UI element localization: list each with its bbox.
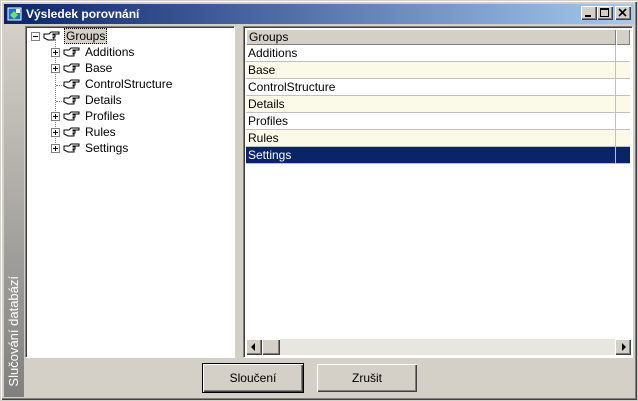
grid-cell: Settings xyxy=(246,147,616,163)
minimize-icon xyxy=(585,15,591,17)
compare-app-icon xyxy=(7,7,22,21)
expand-toggle[interactable] xyxy=(51,48,60,57)
tree-node-label: Rules xyxy=(85,125,116,139)
merge-button[interactable]: Sloučení xyxy=(202,363,304,393)
compare-result-window: Výsledek porovnání Slučování databází Gr… xyxy=(0,0,638,401)
tree-node-additions[interactable]: Additions xyxy=(26,44,226,60)
tree-node-label: Settings xyxy=(85,141,129,155)
tree-node-details[interactable]: Details xyxy=(26,92,226,108)
scrollbar-thumb[interactable] xyxy=(262,339,280,355)
table-row-selected[interactable]: Settings xyxy=(246,147,630,164)
pointing-hand-icon xyxy=(43,31,60,41)
minimize-button[interactable] xyxy=(581,6,597,20)
pointing-hand-icon xyxy=(63,143,80,153)
tree-node-rules[interactable]: Rules xyxy=(26,124,226,140)
table-row[interactable]: ControlStructure xyxy=(246,79,630,96)
tree-node-controlstructure[interactable]: ControlStructure xyxy=(26,76,226,92)
collapse-toggle[interactable] xyxy=(31,32,40,41)
table-row[interactable]: Rules xyxy=(246,130,630,147)
arrow-right-icon xyxy=(622,343,626,351)
tree-node-label: Groups xyxy=(64,28,108,44)
grid-cell: Additions xyxy=(246,45,616,61)
cancel-button[interactable]: Zrušit xyxy=(317,364,417,392)
groups-grid[interactable]: Groups Additions Base ControlStructure D… xyxy=(243,26,633,358)
table-row[interactable]: Details xyxy=(246,96,630,113)
pointing-hand-icon xyxy=(63,63,80,73)
pointing-hand-icon xyxy=(63,127,80,137)
expand-toggle[interactable] xyxy=(51,144,60,153)
grid-header-label: Groups xyxy=(249,30,289,44)
scroll-left-button[interactable] xyxy=(246,339,262,355)
expand-toggle[interactable] xyxy=(51,112,60,121)
side-caption: Slučování databází xyxy=(6,276,21,387)
grid-column-header[interactable]: Groups xyxy=(246,29,616,45)
table-row[interactable]: Additions xyxy=(246,45,630,62)
grid-header-filler xyxy=(616,29,630,45)
expand-toggle[interactable] xyxy=(51,128,60,137)
maximize-button[interactable] xyxy=(597,6,613,20)
window-title: Výsledek porovnání xyxy=(26,7,140,21)
maximize-icon xyxy=(600,8,609,17)
pointing-hand-icon xyxy=(63,79,80,89)
tree-node-label: Details xyxy=(85,93,122,107)
horizontal-scrollbar[interactable] xyxy=(246,339,631,355)
tree-node-settings[interactable]: Settings xyxy=(26,140,226,156)
grid-cell: Details xyxy=(246,96,616,112)
table-row[interactable]: Profiles xyxy=(246,113,630,130)
grid-cell: Profiles xyxy=(246,113,616,129)
tree-node-label: Base xyxy=(85,61,113,75)
arrow-left-icon xyxy=(251,343,255,351)
tree-node-label: Profiles xyxy=(85,109,126,123)
scroll-right-button[interactable] xyxy=(615,339,631,355)
grid-cell: ControlStructure xyxy=(246,79,616,95)
side-caption-strip: Slučování databází xyxy=(4,27,24,397)
tree-node-profiles[interactable]: Profiles xyxy=(26,108,226,124)
title-bar[interactable]: Výsledek porovnání xyxy=(4,4,634,24)
close-icon xyxy=(618,8,627,17)
tree-node-label: Additions xyxy=(85,45,135,59)
tree-node-base[interactable]: Base xyxy=(26,60,226,76)
pointing-hand-icon xyxy=(63,111,80,121)
table-row[interactable]: Base xyxy=(246,62,630,79)
groups-tree[interactable]: Groups Additions Base ControlStructure D… xyxy=(25,26,235,358)
tree-node-label: ControlStructure xyxy=(85,77,173,91)
tree-node-groups[interactable]: Groups xyxy=(26,28,226,44)
grid-cell: Rules xyxy=(246,130,616,146)
close-button[interactable] xyxy=(615,6,631,20)
expand-toggle[interactable] xyxy=(51,64,60,73)
grid-cell: Base xyxy=(246,62,616,78)
pointing-hand-icon xyxy=(63,47,80,57)
pointing-hand-icon xyxy=(63,95,80,105)
